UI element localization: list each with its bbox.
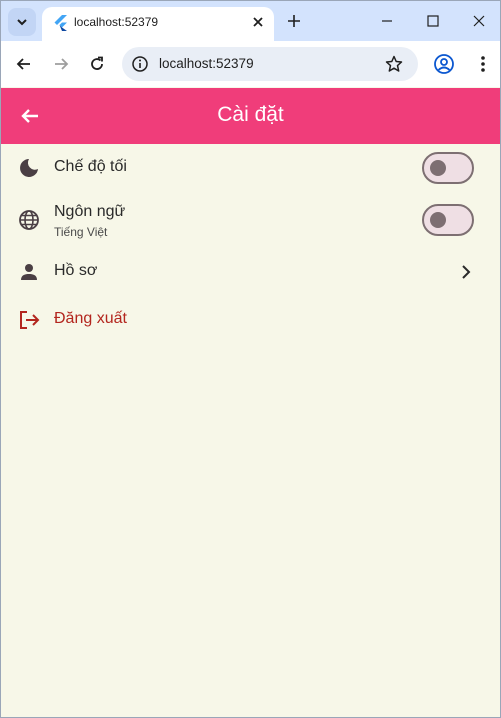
page-title: Cài đặt xyxy=(217,103,284,126)
dark-mode-label: Chế độ tối xyxy=(54,158,127,175)
bookmark-star-icon[interactable] xyxy=(384,54,404,74)
logout-button[interactable]: Đăng xuất xyxy=(1,296,500,344)
app-bar: Cài đặt xyxy=(1,88,500,144)
close-tab-icon[interactable] xyxy=(250,14,266,30)
switch-knob xyxy=(430,160,446,176)
site-info-icon[interactable] xyxy=(131,55,149,73)
switch-knob xyxy=(430,212,446,228)
browser-window: localhost:52379 localhost:52379 Cài đặt … xyxy=(0,0,501,718)
tab-search-button[interactable] xyxy=(8,8,36,36)
setting-profile[interactable]: Hồ sơ xyxy=(1,248,500,296)
tab-strip: localhost:52379 xyxy=(1,1,500,41)
setting-language[interactable]: Ngôn ngữ Tiếng Việt xyxy=(1,193,500,247)
chevron-down-icon xyxy=(17,19,27,26)
url-text: localhost:52379 xyxy=(159,56,254,71)
person-icon xyxy=(21,264,37,280)
profile-label: Hồ sơ xyxy=(54,262,98,279)
moon-icon xyxy=(20,159,38,177)
language-label: Ngôn ngữ xyxy=(54,203,126,220)
browser-toolbar: localhost:52379 xyxy=(1,41,500,87)
maximize-icon[interactable] xyxy=(424,12,442,30)
globe-icon xyxy=(19,210,39,230)
close-window-icon[interactable] xyxy=(470,12,488,30)
setting-dark-mode[interactable]: Chế độ tối xyxy=(1,144,500,192)
flutter-icon xyxy=(54,15,67,31)
logout-label: Đăng xuất xyxy=(54,310,127,327)
profile-icon[interactable] xyxy=(433,53,455,75)
minimize-icon[interactable] xyxy=(378,12,396,30)
new-tab-icon[interactable] xyxy=(285,12,303,30)
more-menu-icon[interactable] xyxy=(473,53,493,75)
language-switch[interactable] xyxy=(422,204,474,236)
forward-arrow-icon[interactable] xyxy=(51,54,71,74)
logout-icon xyxy=(20,311,40,329)
reload-icon[interactable] xyxy=(87,54,107,74)
tab-title: localhost:52379 xyxy=(74,15,159,29)
language-value: Tiếng Việt xyxy=(54,225,108,239)
browser-tab[interactable]: localhost:52379 xyxy=(42,7,274,41)
dark-mode-switch[interactable] xyxy=(422,152,474,184)
back-arrow-icon[interactable] xyxy=(14,54,34,74)
address-bar[interactable]: localhost:52379 xyxy=(122,47,418,81)
chevron-right-icon xyxy=(462,265,471,279)
